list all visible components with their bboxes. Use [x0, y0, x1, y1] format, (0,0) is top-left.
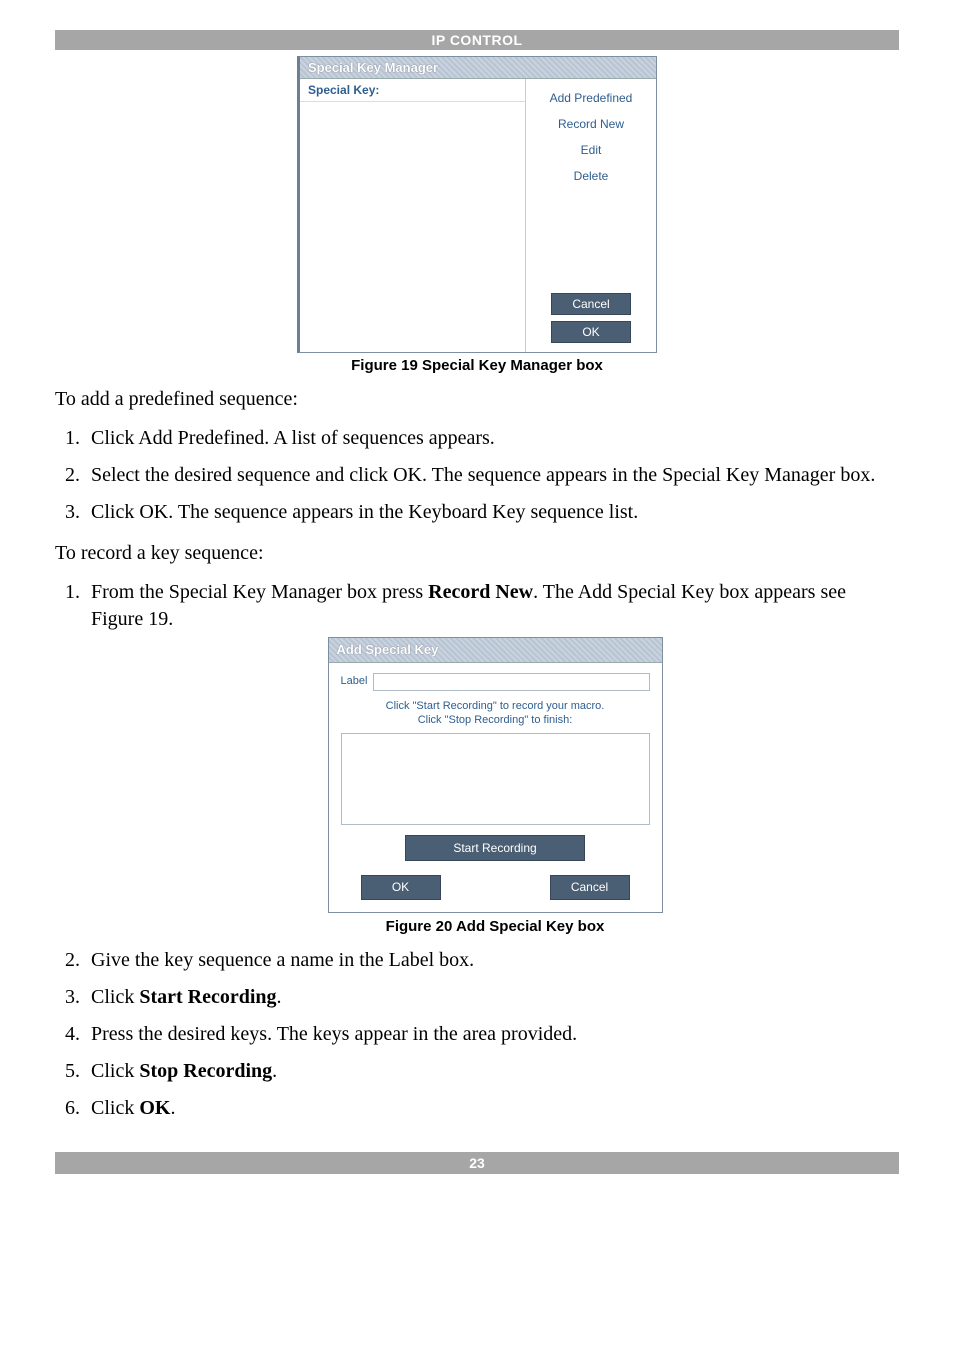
page-header: IP CONTROL	[55, 30, 899, 50]
list-item: Select the desired sequence and click OK…	[85, 462, 899, 489]
text: .	[170, 1097, 175, 1119]
start-recording-button[interactable]: Start Recording	[405, 835, 585, 861]
intro-record: To record a key sequence:	[55, 540, 899, 567]
delete-link[interactable]: Delete	[534, 163, 648, 189]
figure-20-caption: Figure 20 Add Special Key box	[91, 917, 899, 937]
text: Click "Stop Recording" to finish:	[341, 713, 650, 727]
text: Click "Start Recording" to record your m…	[341, 699, 650, 713]
cancel-button[interactable]: Cancel	[551, 293, 631, 315]
list-item: Give the key sequence a name in the Labe…	[85, 947, 899, 974]
list-item: Click OK.	[85, 1095, 899, 1122]
text: Click	[91, 986, 139, 1008]
dialog-title: Add Special Key	[329, 638, 662, 663]
ok-button[interactable]: OK	[551, 321, 631, 343]
list-item: From the Special Key Manager box press R…	[85, 579, 899, 937]
recording-instructions: Click "Start Recording" to record your m…	[341, 699, 650, 728]
edit-link[interactable]: Edit	[534, 137, 648, 163]
add-predefined-link[interactable]: Add Predefined	[534, 85, 648, 111]
record-new-link[interactable]: Record New	[534, 111, 648, 137]
list-item: Click Start Recording.	[85, 984, 899, 1011]
list-item: Click OK. The sequence appears in the Ke…	[85, 499, 899, 526]
text-bold: Start Recording	[139, 986, 276, 1008]
special-key-list[interactable]	[300, 102, 525, 352]
ok-button[interactable]: OK	[361, 875, 441, 899]
page-footer: 23	[55, 1152, 899, 1174]
special-key-list-header: Special Key:	[300, 79, 525, 102]
intro-predefined: To add a predefined sequence:	[55, 386, 899, 413]
text: Click	[91, 1060, 139, 1082]
list-item: Press the desired keys. The keys appear …	[85, 1021, 899, 1048]
steps-record: From the Special Key Manager box press R…	[55, 579, 899, 1122]
add-special-key-dialog: Add Special Key Label Click "Start Recor…	[328, 637, 663, 913]
special-key-manager-dialog: Special Key Manager Special Key: Add Pre…	[297, 56, 657, 353]
figure-19-caption: Figure 19 Special Key Manager box	[55, 357, 899, 374]
cancel-button[interactable]: Cancel	[550, 875, 630, 899]
list-item: Click Stop Recording.	[85, 1058, 899, 1085]
list-item: Click Add Predefined. A list of sequence…	[85, 425, 899, 452]
text-bold: OK	[139, 1097, 170, 1119]
text: Click	[91, 1097, 139, 1119]
text: .	[277, 986, 282, 1008]
text-bold: Stop Recording	[139, 1060, 272, 1082]
dialog-title: Special Key Manager	[300, 57, 656, 79]
text-bold: Record New	[428, 581, 533, 603]
label-text: Label	[341, 674, 368, 689]
text: From the Special Key Manager box press	[91, 581, 428, 603]
text: .	[272, 1060, 277, 1082]
label-input[interactable]	[373, 673, 649, 691]
recording-area[interactable]	[341, 733, 650, 825]
steps-predefined: Click Add Predefined. A list of sequence…	[55, 425, 899, 526]
